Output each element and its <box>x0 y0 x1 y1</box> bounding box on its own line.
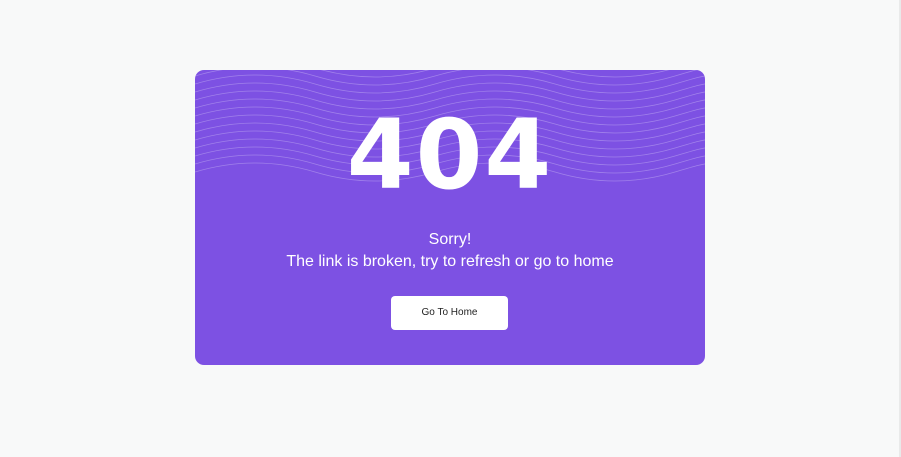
error-page: 404 Sorry! The link is broken, try to re… <box>0 0 901 457</box>
error-code: 404 <box>346 99 554 211</box>
error-title: Sorry! <box>428 231 472 248</box>
error-message: The link is broken, try to refresh or go… <box>286 253 614 270</box>
go-to-home-button[interactable]: Go To Home <box>391 296 508 330</box>
error-card: 404 Sorry! The link is broken, try to re… <box>195 70 705 365</box>
